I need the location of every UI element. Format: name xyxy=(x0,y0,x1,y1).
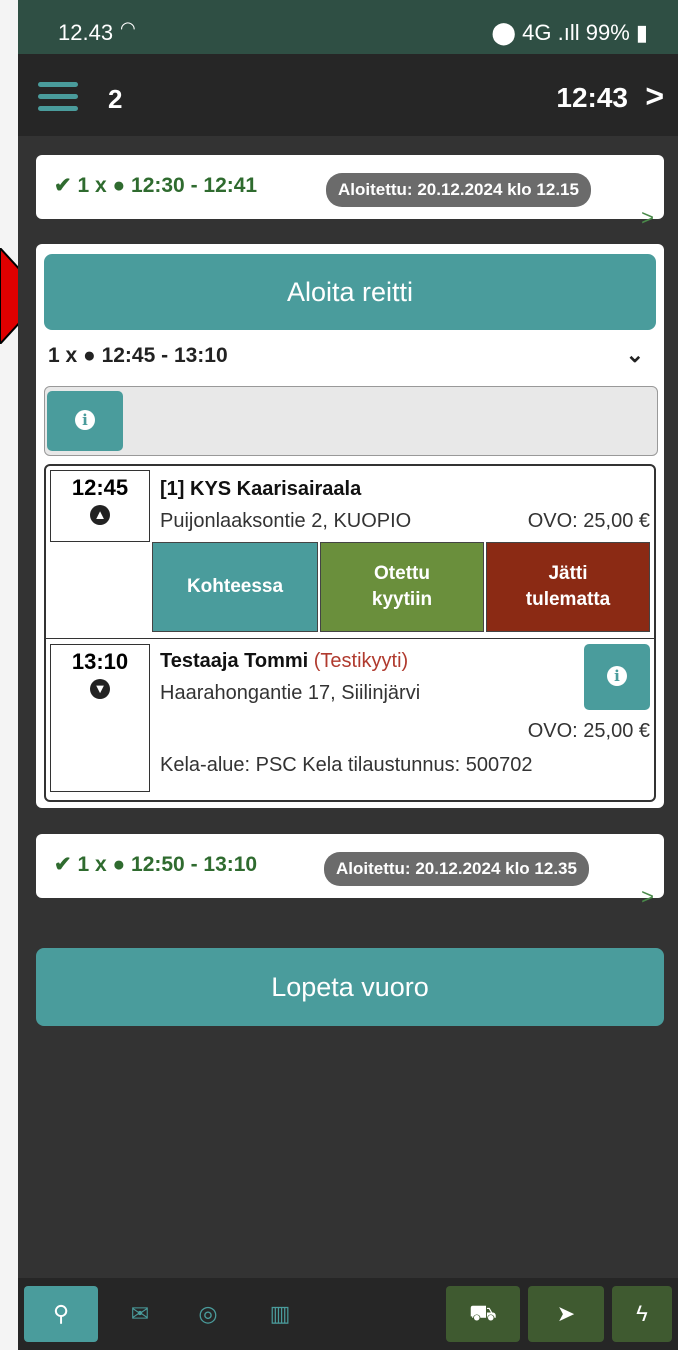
route-info-bar: i xyxy=(44,386,658,456)
person-icon: ● xyxy=(83,344,96,367)
passenger-name: Testaaja Tommi xyxy=(160,650,309,672)
stop-address: Puijonlaaksontie 2, KUOPIO xyxy=(160,510,412,532)
trip-time-range: 12:50 - 13:10 xyxy=(131,853,258,876)
stop-time-box: 13:10 ▼ xyxy=(50,644,150,792)
car-icon[interactable]: ⛟ xyxy=(446,1286,520,1342)
stop-price: OVO: 25,00 € xyxy=(527,510,650,532)
end-shift-button[interactable]: Lopeta vuoro xyxy=(36,948,664,1026)
stop-price: OVO: 25,00 € xyxy=(527,720,650,742)
current-route-card: Aloita reitti 1 x ● 12:45 - 13:10 ⌄ i 12… xyxy=(36,244,664,808)
check-icon: ✔ xyxy=(54,853,72,876)
dropoff-arrow-down-icon: ▼ xyxy=(90,679,110,699)
started-badge: Aloitettu: 20.12.2024 klo 12.15 xyxy=(326,173,591,207)
app-bar: 2 12:43 > xyxy=(18,54,678,136)
battery-icon: ▮ xyxy=(635,20,648,45)
mail-icon[interactable]: ✉ xyxy=(110,1286,170,1342)
phone-screen: 12.43 ◠ ⬤ 4G .ıll 99% ▮ 2 12:43 > ✔ 1 x … xyxy=(18,0,678,1350)
started-badge: Aloitettu: 20.12.2024 klo 12.35 xyxy=(324,852,589,886)
trip-qty: 1 x xyxy=(77,853,107,876)
menu-icon[interactable] xyxy=(38,82,78,112)
start-route-button[interactable]: Aloita reitti xyxy=(44,254,656,330)
signal-battery-text: 4G .ıll 99% xyxy=(522,20,630,45)
info-icon: i xyxy=(607,666,627,686)
arrived-button[interactable]: Kohteessa xyxy=(152,542,318,632)
bottom-nav: ⚲ ✉ ◎ ▥ ⛟ ➤ ϟ xyxy=(18,1278,678,1350)
no-show-button[interactable]: Jätti tulematta xyxy=(486,542,650,632)
status-time: 12.43 xyxy=(58,20,114,45)
stops-list: 12:45 ▲ [1] KYS Kaarisairaala Puijonlaak… xyxy=(44,464,656,802)
stop-title: [1] KYS Kaarisairaala xyxy=(160,478,362,500)
trip-time-range: 12:30 - 12:41 xyxy=(131,174,258,197)
divider xyxy=(46,638,654,639)
route-qty: 1 x xyxy=(48,344,78,367)
stop-time: 13:10 xyxy=(71,649,129,674)
chevron-right-icon[interactable]: > xyxy=(641,205,654,231)
person-icon: ● xyxy=(112,853,126,876)
kela-info: Kela-alue: PSC Kela tilaustunnus: 500702 xyxy=(160,754,533,776)
route-count: 2 xyxy=(108,84,123,114)
trip-card-completed[interactable]: ✔ 1 x ● 12:50 - 13:10 Aloitettu: 20.12.2… xyxy=(36,834,664,909)
pickup-arrow-up-icon: ▲ xyxy=(90,505,110,525)
stop-time: 12:45 xyxy=(71,475,129,500)
header-clock: 12:43 xyxy=(556,82,628,113)
location-icon: ⬤ xyxy=(491,20,517,45)
route-icon[interactable]: ⚲ xyxy=(24,1286,98,1342)
stop-address: Haarahongantie 17, Siilinjärvi xyxy=(160,682,421,704)
picked-up-button[interactable]: Otettu kyytiin xyxy=(320,542,484,632)
info-icon: i xyxy=(75,410,95,430)
person-icon: ● xyxy=(112,174,126,197)
passenger-info-button[interactable]: i xyxy=(584,644,650,710)
info-button[interactable]: i xyxy=(47,391,123,451)
check-icon: ✔ xyxy=(54,174,72,197)
navigate-icon[interactable]: ➤ xyxy=(528,1286,604,1342)
stop-time-box: 12:45 ▲ xyxy=(50,470,150,542)
chevron-right-icon[interactable]: > xyxy=(641,884,654,910)
chevron-right-icon[interactable]: > xyxy=(645,78,664,115)
route-time-range: 12:45 - 13:10 xyxy=(101,344,228,367)
trip-card-completed[interactable]: ✔ 1 x ● 12:30 - 12:41 Aloitettu: 20.12.2… xyxy=(36,155,664,230)
chevron-down-icon[interactable]: ⌄ xyxy=(626,342,644,368)
map-icon[interactable]: ▥ xyxy=(250,1286,310,1342)
bolt-icon[interactable]: ϟ xyxy=(612,1286,672,1342)
globe-icon[interactable]: ◎ xyxy=(178,1286,238,1342)
passenger-note: (Testikyyti) xyxy=(313,650,409,672)
trip-qty: 1 x xyxy=(77,174,107,197)
status-bar: 12.43 ◠ ⬤ 4G .ıll 99% ▮ xyxy=(18,0,678,54)
sync-icon: ◠ xyxy=(120,18,136,38)
